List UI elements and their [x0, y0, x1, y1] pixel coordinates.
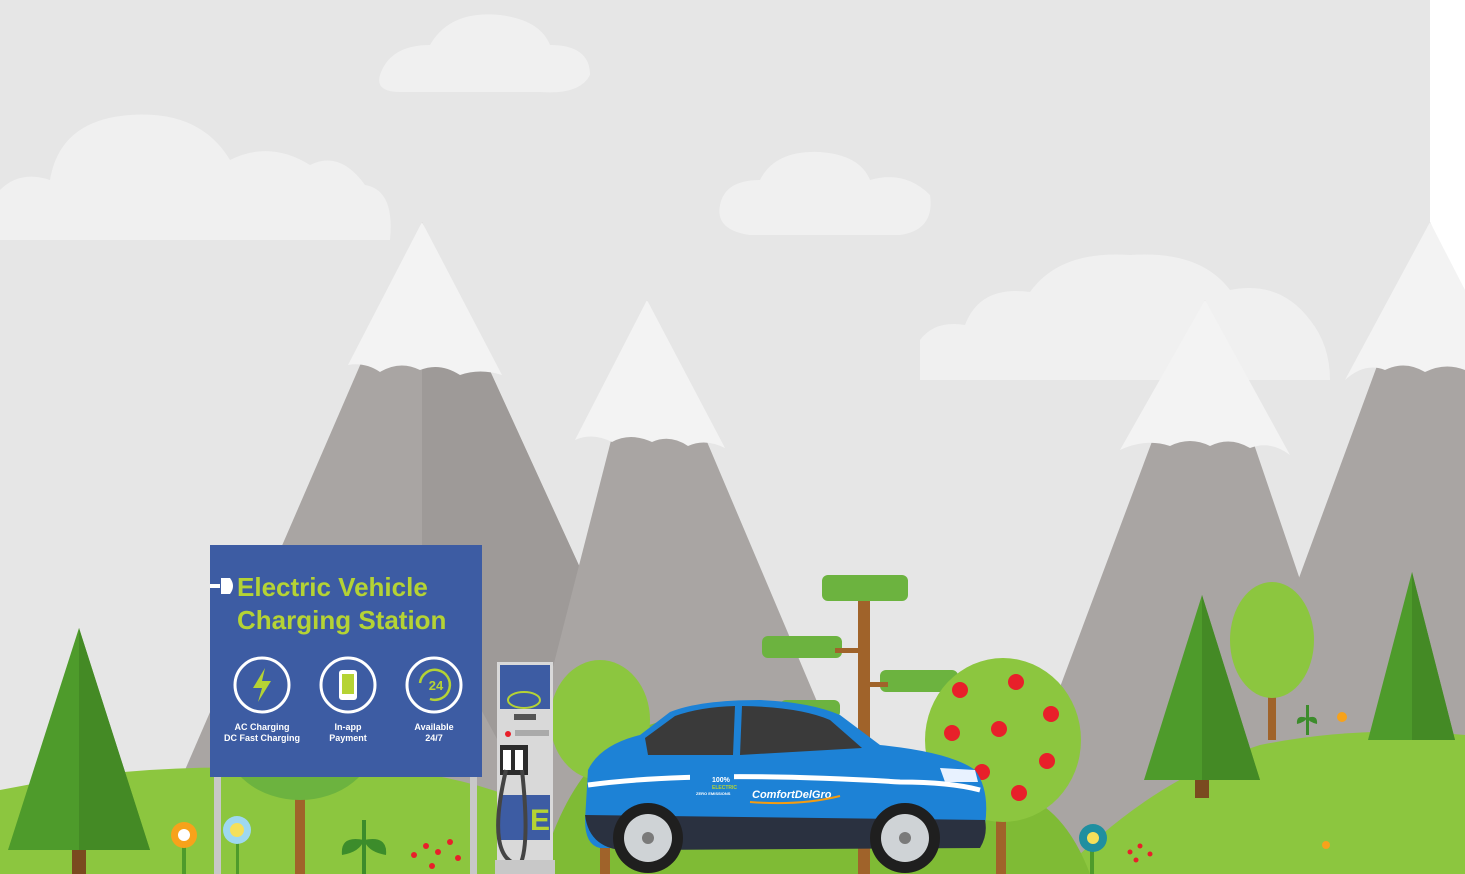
feature-label: DC Fast Charging	[224, 733, 300, 743]
feature-label: AC Charging	[235, 722, 290, 732]
sign-title-line1: Electric Vehicle	[237, 572, 428, 602]
sign-title-line2: Charging Station	[237, 605, 446, 635]
ev-badge: 100% ELECTRIC ZERO EMISSIONS	[690, 773, 737, 796]
feature-label: 24/7	[425, 733, 443, 743]
headlight	[940, 768, 978, 782]
wheel	[613, 803, 683, 873]
flower-icon	[1337, 712, 1347, 722]
clock-badge: 24	[429, 678, 444, 693]
badge-sub: ZERO EMISSIONS	[696, 791, 731, 796]
flower-icon	[1322, 841, 1330, 849]
wheel	[870, 803, 940, 873]
charger-unit: E	[495, 662, 555, 874]
feature-label: In-app	[335, 722, 362, 732]
charger-letter: E	[530, 804, 550, 837]
badge-percent: 100%	[712, 777, 731, 784]
ev-charging-illustration: Electric Vehicle Charging Station AC Cha…	[0, 0, 1465, 874]
feature-label: Available	[414, 722, 453, 732]
feature-label: Payment	[329, 733, 367, 743]
